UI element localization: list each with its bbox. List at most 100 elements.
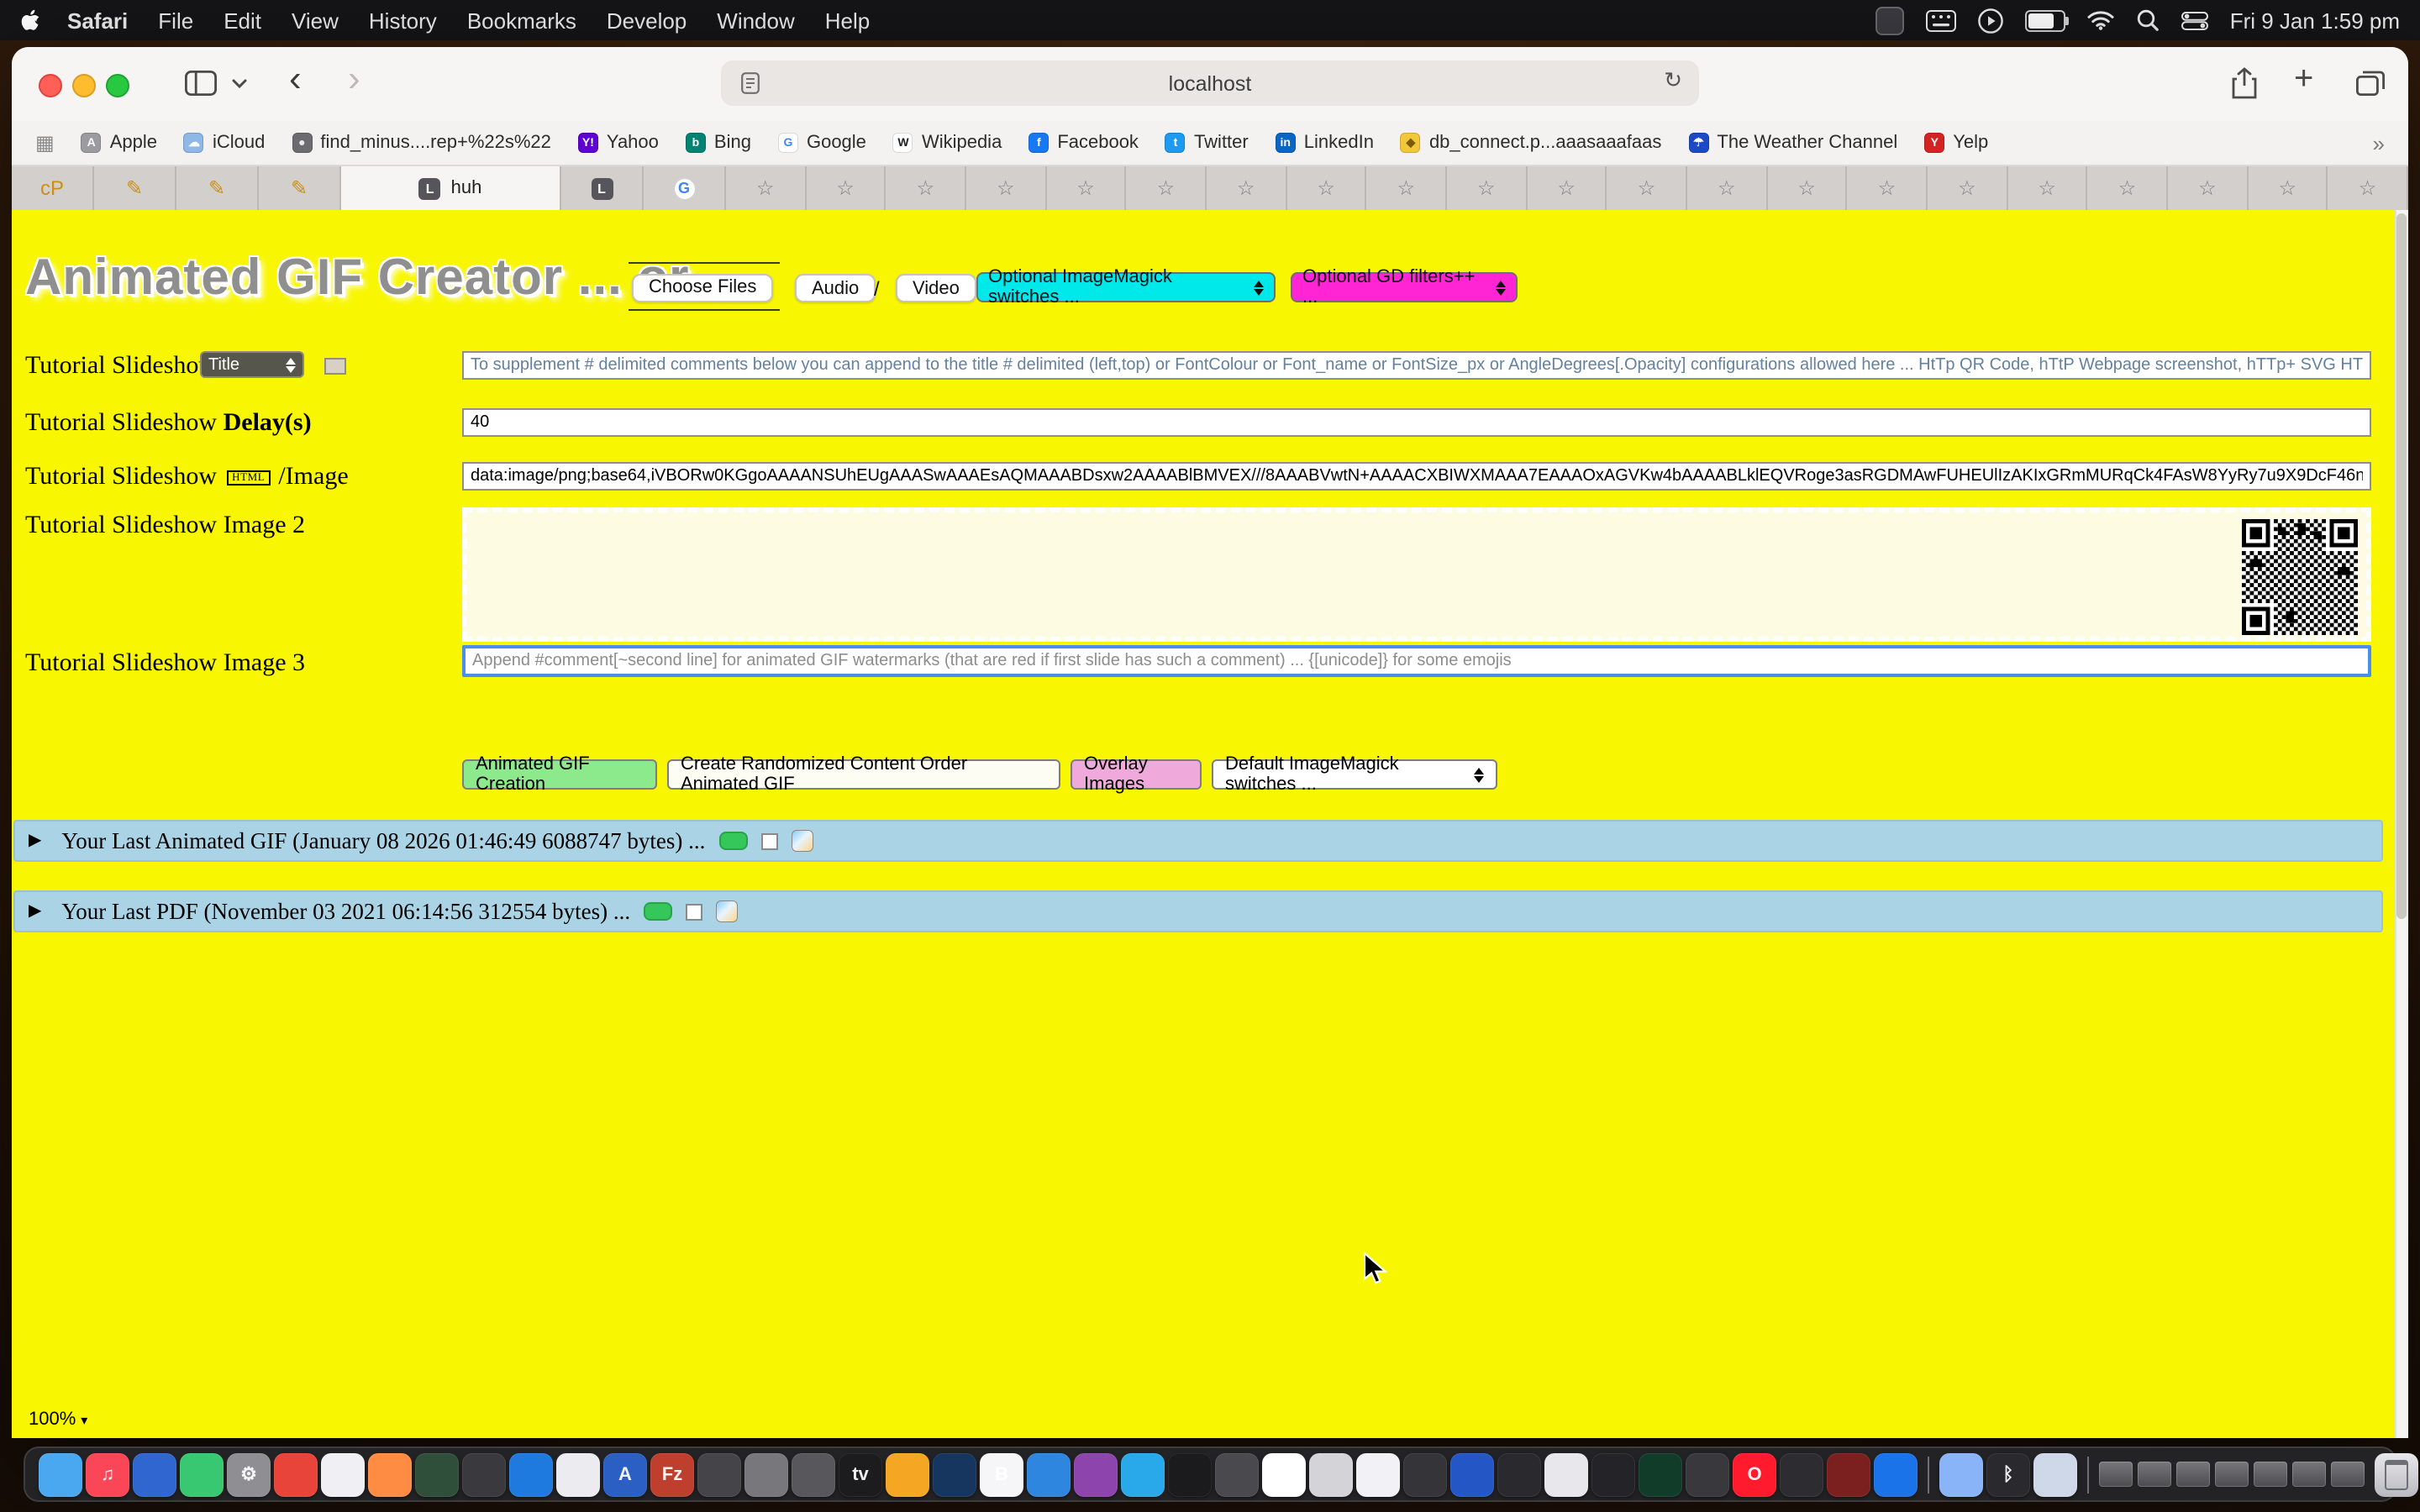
animated-gif-creation-button[interactable]: Animated GIF Creation bbox=[462, 759, 657, 790]
menu-clock[interactable]: Fri 9 Jan 1:59 pm bbox=[2230, 8, 2400, 33]
minimized-window-thumbnail[interactable] bbox=[2331, 1462, 2365, 1487]
scrollbar-thumb[interactable] bbox=[2396, 213, 2407, 919]
dock-app-icon[interactable] bbox=[1686, 1452, 1729, 1496]
menu-item[interactable]: Develop bbox=[607, 8, 687, 33]
dock-app-icon[interactable] bbox=[1544, 1452, 1588, 1496]
empty-tab[interactable]: ☆ bbox=[1207, 166, 1286, 210]
minimized-window-thumbnail[interactable] bbox=[2254, 1462, 2287, 1487]
page-format-icon[interactable] bbox=[741, 72, 760, 94]
dock-folder-icon[interactable] bbox=[1939, 1452, 1983, 1496]
bookmark-item[interactable]: f Facebook bbox=[1028, 133, 1139, 153]
dock-app-icon[interactable]: 9 bbox=[1262, 1452, 1306, 1496]
title-config-input[interactable] bbox=[462, 351, 2371, 380]
empty-tab[interactable]: ☆ bbox=[966, 166, 1046, 210]
menu-item[interactable]: Window bbox=[717, 8, 795, 33]
close-window-button[interactable] bbox=[39, 74, 62, 97]
dock-folder-icon[interactable]: ᛒ bbox=[1986, 1452, 2030, 1496]
dock-app-icon[interactable]: A bbox=[603, 1452, 647, 1496]
randomized-order-button[interactable]: Create Randomized Content Order Animated… bbox=[667, 759, 1060, 790]
empty-tab[interactable]: ☆ bbox=[1046, 166, 1126, 210]
share-icon[interactable] bbox=[2232, 67, 2257, 99]
tab-overview-icon[interactable] bbox=[2356, 71, 2385, 96]
watermark-comment-input[interactable] bbox=[462, 645, 2371, 677]
battery-icon[interactable] bbox=[2025, 9, 2065, 31]
empty-tab[interactable]: ☆ bbox=[2249, 166, 2328, 210]
tab-active[interactable]: L huh bbox=[341, 166, 561, 210]
pinned-tab[interactable]: ✎ bbox=[176, 166, 259, 210]
dock-folder-icon[interactable] bbox=[2033, 1452, 2077, 1496]
status-app-icon[interactable] bbox=[1876, 6, 1904, 34]
empty-tab[interactable]: ☆ bbox=[1447, 166, 1527, 210]
default-imagemagick-select[interactable]: Default ImageMagick switches ... bbox=[1212, 759, 1497, 790]
dock-app-icon[interactable] bbox=[744, 1452, 788, 1496]
bookmark-item[interactable]: ☂ The Weather Channel bbox=[1688, 133, 1897, 153]
dock-app-icon[interactable] bbox=[321, 1452, 365, 1496]
trash-icon[interactable] bbox=[2375, 1452, 2418, 1496]
result-section-bar[interactable]: ▶ Your Last Animated GIF (January 08 202… bbox=[13, 820, 2383, 862]
dock-app-icon[interactable] bbox=[556, 1452, 600, 1496]
empty-tab[interactable]: ☆ bbox=[2088, 166, 2168, 210]
minimized-window-thumbnail[interactable] bbox=[2176, 1462, 2210, 1487]
dock-app-icon[interactable] bbox=[933, 1452, 976, 1496]
address-bar[interactable]: localhost ↻ bbox=[721, 60, 1699, 106]
spotlight-search-icon[interactable] bbox=[2136, 8, 2160, 32]
sidebar-toggle-icon[interactable] bbox=[185, 71, 217, 96]
forward-button[interactable]: › bbox=[348, 60, 360, 96]
empty-tab[interactable]: ☆ bbox=[1607, 166, 1687, 210]
image-data-url-input[interactable] bbox=[462, 462, 2371, 491]
bookmark-item[interactable]: t Twitter bbox=[1165, 133, 1249, 153]
minimized-window-thumbnail[interactable] bbox=[2099, 1462, 2133, 1487]
choose-files-button[interactable]: Choose Files bbox=[632, 273, 773, 302]
overlay-images-button[interactable]: Overlay Images bbox=[1071, 759, 1202, 790]
empty-tab[interactable]: ☆ bbox=[1928, 166, 2007, 210]
mini-colour-box[interactable] bbox=[324, 358, 346, 375]
gd-filters-select[interactable]: Optional GD filters++ ... bbox=[1291, 272, 1518, 302]
empty-tab[interactable]: ☆ bbox=[806, 166, 886, 210]
frame-box-icon[interactable] bbox=[686, 903, 702, 920]
empty-tab[interactable]: ☆ bbox=[1848, 166, 1928, 210]
dock-app-icon[interactable] bbox=[1121, 1452, 1165, 1496]
empty-tab[interactable]: ☆ bbox=[726, 166, 806, 210]
playback-icon[interactable] bbox=[1978, 8, 2003, 33]
page-zoom-control[interactable]: 100% ▾ bbox=[29, 1410, 87, 1430]
dock-app-icon[interactable]: tv bbox=[839, 1452, 882, 1496]
empty-tab[interactable]: ☆ bbox=[1767, 166, 1847, 210]
dock-app-icon[interactable] bbox=[39, 1452, 82, 1496]
bookmark-item[interactable]: ● find_minus....rep+%22s%22 bbox=[292, 133, 551, 153]
dock-app-icon[interactable] bbox=[1639, 1452, 1682, 1496]
empty-tab[interactable]: ☆ bbox=[1286, 166, 1366, 210]
dock-app-icon[interactable] bbox=[462, 1452, 506, 1496]
back-button[interactable]: ‹ bbox=[289, 60, 302, 96]
dock-app-icon[interactable] bbox=[1309, 1452, 1353, 1496]
minimized-window-thumbnail[interactable] bbox=[2292, 1462, 2326, 1487]
wifi-icon[interactable] bbox=[2087, 10, 2114, 30]
bookmark-item[interactable]: Y Yelp bbox=[1924, 133, 1988, 153]
bookmark-item[interactable]: ◆ db_connect.p...aaasaaafaas bbox=[1401, 133, 1661, 153]
zoom-window-button[interactable] bbox=[106, 74, 129, 97]
empty-tab[interactable]: ☆ bbox=[2168, 166, 2248, 210]
dock-app-icon[interactable] bbox=[1827, 1452, 1870, 1496]
pinned-tab[interactable]: cP bbox=[12, 166, 94, 210]
frame-box-icon[interactable] bbox=[760, 832, 777, 849]
title-select[interactable]: Title bbox=[200, 351, 304, 378]
pinned-tab[interactable]: ✎ bbox=[94, 166, 176, 210]
menu-item[interactable]: History bbox=[369, 8, 437, 33]
dock-app-icon[interactable] bbox=[509, 1452, 553, 1496]
dock-app-icon[interactable] bbox=[1356, 1452, 1400, 1496]
dock-app-icon[interactable] bbox=[1215, 1452, 1259, 1496]
bookmark-item[interactable]: Y! Yahoo bbox=[578, 133, 659, 153]
empty-tab[interactable]: ☆ bbox=[1527, 166, 1607, 210]
delay-input[interactable] bbox=[462, 408, 2371, 437]
video-button[interactable]: Video bbox=[896, 274, 976, 302]
dock-app-icon[interactable] bbox=[1074, 1452, 1118, 1496]
disclosure-triangle-icon[interactable]: ▶ bbox=[29, 832, 41, 850]
bookmark-item[interactable]: in LinkedIn bbox=[1276, 133, 1374, 153]
dock-app-icon[interactable] bbox=[415, 1452, 459, 1496]
dock-app-icon[interactable] bbox=[274, 1452, 318, 1496]
sidebar-chevron-icon[interactable] bbox=[232, 79, 247, 89]
apple-menu-icon[interactable] bbox=[20, 8, 40, 33]
dock-app-icon[interactable] bbox=[1403, 1452, 1447, 1496]
empty-tab[interactable]: ☆ bbox=[1687, 166, 1767, 210]
reload-icon[interactable]: ↻ bbox=[1664, 67, 1682, 94]
dock-app-icon[interactable] bbox=[886, 1452, 929, 1496]
